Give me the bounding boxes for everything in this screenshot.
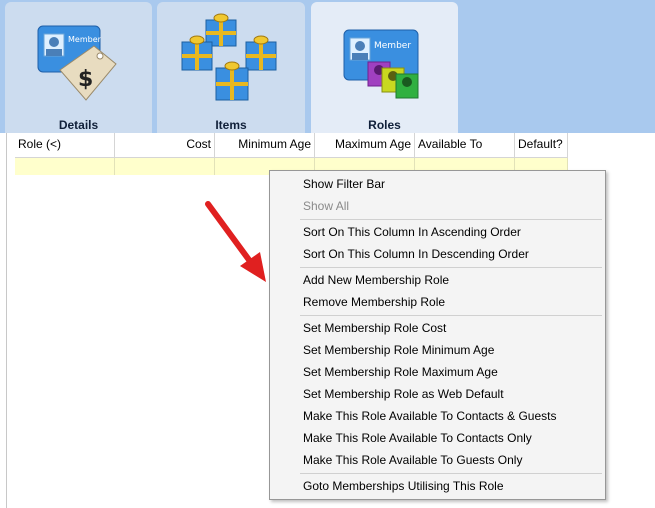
tab-details-label: Details [58,118,99,132]
menu-item-show-all[interactable]: Show All [303,195,349,217]
menu-item-show-filter-bar[interactable]: Show Filter Bar [303,173,385,195]
red-arrow-icon [196,194,276,289]
context-menu: Show Filter Bar Show All Sort On This Co… [269,170,606,500]
menu-item-available-contacts-guests[interactable]: Make This Role Available To Contacts & G… [303,405,556,427]
tab-roles-label: Roles [368,118,401,132]
menu-item-sort-ascending[interactable]: Sort On This Column In Ascending Order [303,221,521,243]
column-header-minimum-age[interactable]: Minimum Age [215,133,315,157]
new-row-cost-cell[interactable] [115,158,215,175]
column-header-default[interactable]: Default? [515,133,568,157]
svg-text:Member: Member [374,41,411,51]
menu-item-available-contacts-only[interactable]: Make This Role Available To Contacts Onl… [303,427,532,449]
menu-item-set-maximum-age[interactable]: Set Membership Role Maximum Age [303,361,498,383]
svg-text:Member: Member [68,35,102,44]
column-header-role[interactable]: Role (<) [15,133,115,157]
menu-item-set-minimum-age[interactable]: Set Membership Role Minimum Age [303,339,494,361]
column-header-available-to[interactable]: Available To [415,133,515,157]
grid-header: Role (<) Cost Minimum Age Maximum Age Av… [15,133,568,158]
tab-details[interactable]: Member $ Details [5,2,152,133]
gift-boxes-icon [157,12,305,112]
member-card-roles-icon: Member [311,12,458,112]
menu-separator [300,473,602,474]
menu-item-set-web-default[interactable]: Set Membership Role as Web Default [303,383,504,405]
menu-item-available-guests-only[interactable]: Make This Role Available To Guests Only [303,449,522,471]
menu-item-sort-descending[interactable]: Sort On This Column In Descending Order [303,243,529,265]
menu-separator [300,219,602,220]
tab-roles[interactable]: Member Roles [311,2,458,133]
new-row-role-cell[interactable] [15,158,115,175]
menu-separator [300,267,602,268]
svg-text:$: $ [78,67,93,92]
tab-items[interactable]: Items [157,2,305,133]
menu-separator [300,315,602,316]
member-card-price-tag-icon: Member $ [5,12,152,112]
tab-items-label: Items [215,118,247,132]
menu-item-set-cost[interactable]: Set Membership Role Cost [303,317,446,339]
column-header-cost[interactable]: Cost [115,133,215,157]
menu-item-goto-memberships[interactable]: Goto Memberships Utilising This Role [303,475,504,497]
column-header-maximum-age[interactable]: Maximum Age [315,133,415,157]
menu-item-add-role[interactable]: Add New Membership Role [303,269,449,291]
menu-item-remove-role[interactable]: Remove Membership Role [303,291,445,313]
